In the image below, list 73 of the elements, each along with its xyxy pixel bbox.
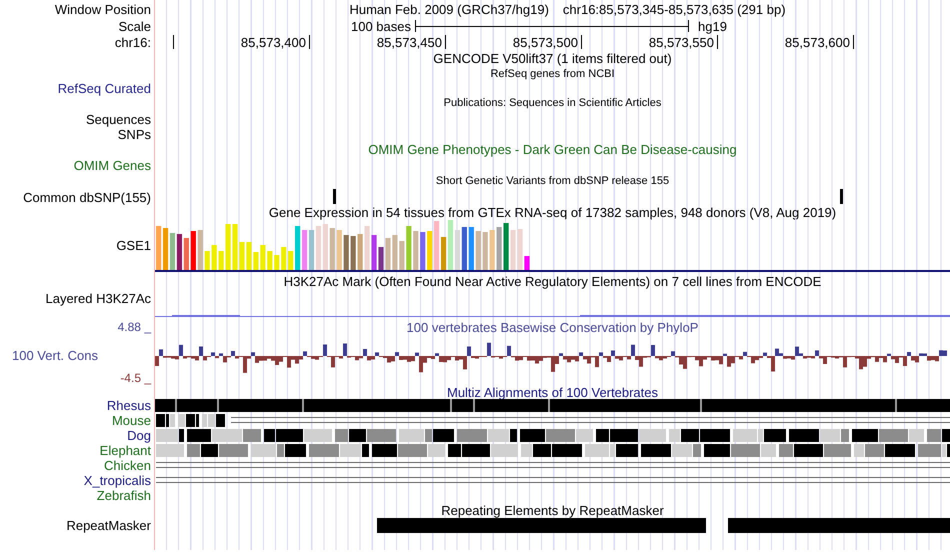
expression-bar xyxy=(274,255,280,270)
track-title: Repeating Elements by RepeatMasker xyxy=(441,504,664,517)
expression-bar xyxy=(336,230,342,270)
expression-bar xyxy=(218,251,224,270)
track-label[interactable]: SNPs xyxy=(118,128,151,141)
expression-bar xyxy=(427,231,432,270)
expression-bar xyxy=(399,241,404,270)
track-label[interactable]: Scale xyxy=(118,20,151,33)
track-label[interactable]: Layered H3K27Ac xyxy=(45,292,151,305)
axis-min-label: -4.5 _ xyxy=(120,372,151,384)
track-label[interactable]: Window Position xyxy=(54,2,151,16)
track-label[interactable]: Dog xyxy=(127,429,151,442)
ruler-tick xyxy=(581,35,582,49)
expression-bar xyxy=(413,231,418,270)
track-title: 100 vertebrates Basewise Conservation by PhyloP xyxy=(406,320,698,334)
track-label[interactable]: Common dbSNP(155) xyxy=(23,190,151,204)
expression-bar xyxy=(204,251,210,270)
ruler-tick xyxy=(309,35,310,49)
expression-bar xyxy=(358,234,363,270)
track-label[interactable]: GSE1 xyxy=(116,239,151,252)
track-label[interactable]: Zebrafish xyxy=(96,489,151,502)
track-label[interactable]: Chicken xyxy=(104,459,151,472)
ruler-label: 85,573,550 xyxy=(648,36,714,49)
track-title: Gene Expression in 54 tissues from GTEx RNA-seq of 17382 samples, 948 donors (V8, Aug 2019) xyxy=(268,206,836,218)
ruler-label: 85,573,500 xyxy=(512,36,578,49)
ruler-tick xyxy=(173,35,174,49)
ruler-tick xyxy=(717,35,718,49)
track-label[interactable]: chr16: xyxy=(114,36,151,49)
expression-bar xyxy=(468,227,474,270)
ruler-tick xyxy=(445,35,446,49)
expression-bar xyxy=(260,245,266,270)
track-title: Multiz Alignments of 100 Vertebrates xyxy=(446,386,658,398)
track-title: OMIM Gene Phenotypes - Dark Green Can Be Disease-causing xyxy=(368,142,737,156)
track-label[interactable]: X_tropicalis xyxy=(84,474,151,487)
ruler-tick xyxy=(853,35,854,49)
expression-bar xyxy=(482,232,488,270)
scale-label: 100 bases xyxy=(351,20,411,33)
expression-bar xyxy=(490,230,495,270)
expression-bar xyxy=(330,228,335,270)
track-title: Publications: Sequences in Scientific Articles xyxy=(444,98,662,108)
track-title: Short Genetic Variants from dbSNP release 155 xyxy=(436,176,670,187)
expression-bar xyxy=(212,245,217,270)
ruler-label: 85,573,400 xyxy=(240,36,306,49)
axis-max-label: 4.88 _ xyxy=(118,321,151,333)
expression-bar xyxy=(496,227,502,270)
track-label[interactable]: Elephant xyxy=(100,444,151,457)
track-label[interactable]: Sequences xyxy=(86,113,151,126)
track-label[interactable]: OMIM Genes xyxy=(74,158,151,172)
position-title: chr16:85,573,345-85,573,635 (291 bp) xyxy=(562,2,786,16)
assembly-title: Human Feb. 2009 (GRCh37/hg19) xyxy=(349,2,549,16)
track-label[interactable]: 100 Vert. Cons xyxy=(0,348,151,362)
expression-bar xyxy=(350,236,356,270)
expression-bar xyxy=(190,231,196,270)
track-title: H3K27Ac Mark (Often Found Near Active Regulatory Elements) on 7 cell lines from ENCODE xyxy=(284,274,822,288)
expression-bar xyxy=(281,247,286,270)
track-label[interactable]: RefSeq Curated xyxy=(58,82,151,95)
expression-bar xyxy=(420,232,426,270)
expression-bar xyxy=(406,226,412,270)
track-label[interactable]: RepeatMasker xyxy=(66,519,151,532)
scale-assembly: hg19 xyxy=(698,20,727,33)
variant-mark xyxy=(333,189,336,204)
track-label[interactable]: Mouse xyxy=(112,414,151,427)
expression-bar xyxy=(198,230,203,270)
variant-mark xyxy=(840,189,843,204)
track-label[interactable]: Rhesus xyxy=(106,399,151,412)
track-title: GENCODE V50lift37 (1 items filtered out) xyxy=(433,52,672,65)
expression-bar xyxy=(476,231,481,270)
track-title: RefSeq genes from NCBI xyxy=(490,68,615,80)
ruler-label: 85,573,600 xyxy=(784,36,850,49)
ruler-label: 85,573,450 xyxy=(376,36,442,49)
expression-bar xyxy=(267,251,272,270)
expression-bar xyxy=(288,251,294,270)
expression-bar xyxy=(344,235,349,270)
